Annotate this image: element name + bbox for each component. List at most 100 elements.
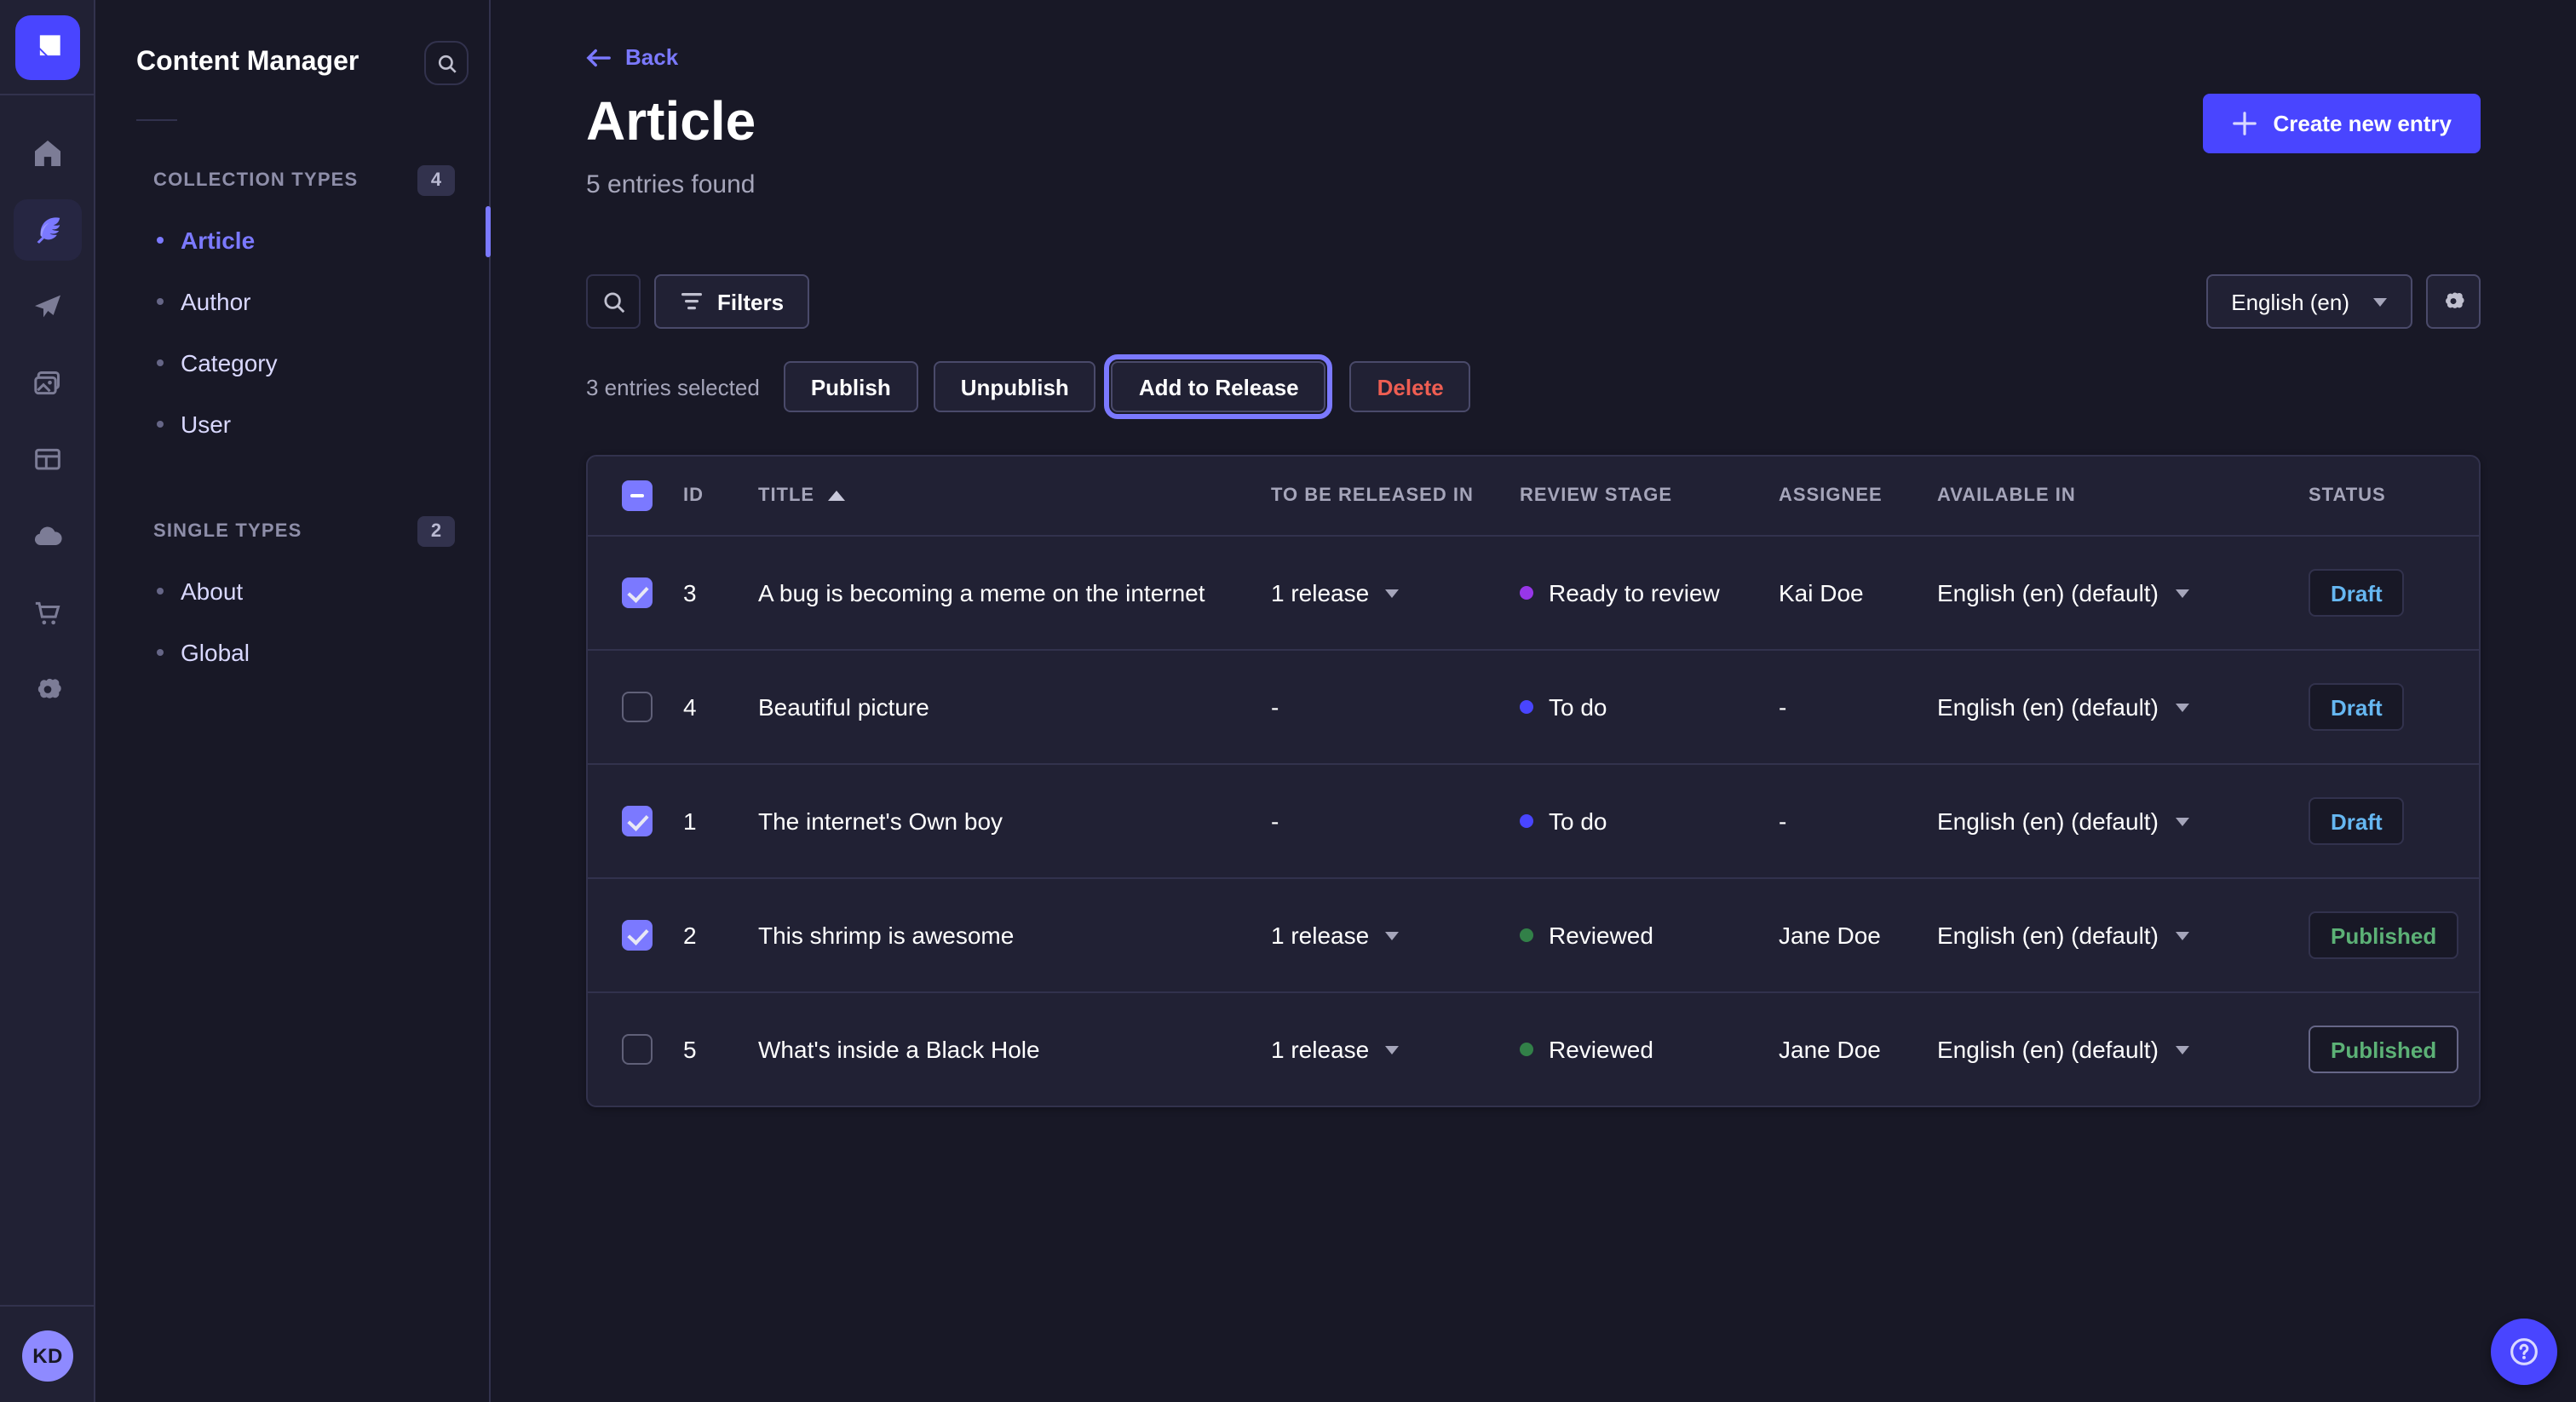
sidebar-item-label: User (181, 411, 231, 438)
row-checkbox[interactable] (622, 920, 653, 951)
table-row[interactable]: 5 What's inside a Black Hole 1 release R… (588, 991, 2479, 1106)
locale-value: English (en) (default) (1937, 807, 2159, 835)
cell-review-stage: Reviewed (1520, 1036, 1779, 1063)
search-button[interactable] (586, 274, 641, 329)
content-manager-subnav: Content Manager COLLECTION TYPES 4 Artic… (95, 0, 491, 1402)
cell-review-stage: Reviewed (1520, 922, 1779, 949)
nav-marketplace-icon[interactable] (13, 583, 81, 644)
cell-available-in[interactable]: English (en) (default) (1937, 922, 2309, 949)
column-header-title-label: TITLE (758, 486, 814, 506)
nav-home-icon[interactable] (13, 123, 81, 184)
create-new-entry-button[interactable]: Create new entry (2203, 94, 2481, 153)
sidebar-item-category[interactable]: Category (95, 332, 489, 394)
table-row[interactable]: 4 Beautiful picture - To do - English (e… (588, 649, 2479, 763)
cell-to-be-released-in[interactable]: - (1271, 807, 1520, 835)
release-caret chevron-down-icon (1384, 931, 1398, 939)
nav-settings-icon[interactable] (13, 659, 81, 721)
entries-count-text: 5 entries found (586, 170, 2481, 199)
sidebar-item-global[interactable]: Global (95, 622, 489, 683)
collection-types-count-badge: 4 (417, 165, 455, 196)
cell-assignee: Kai Doe (1779, 579, 1937, 606)
table-row[interactable]: 1 The internet's Own boy - To do - Engli… (588, 763, 2479, 877)
search-icon (601, 289, 626, 314)
column-header-title[interactable]: TITLE (758, 486, 1271, 506)
cell-id: 5 (683, 1036, 758, 1063)
sidebar-item-about[interactable]: About (95, 560, 489, 622)
filters-button[interactable]: Filters (654, 274, 809, 329)
app-window: KD Content Manager COLLECTION TYPES 4 Ar… (0, 0, 2576, 1402)
view-settings-button[interactable] (2426, 274, 2481, 329)
single-types-count-badge: 2 (417, 516, 455, 547)
row-checkbox[interactable] (622, 1034, 653, 1065)
row-checkbox[interactable] (622, 577, 653, 608)
cell-to-be-released-in[interactable]: 1 release (1271, 1036, 1520, 1063)
nav-media-library-icon[interactable] (13, 353, 81, 414)
nav-deployments-icon[interactable] (13, 506, 81, 567)
locale-value: English (en) (default) (1937, 1036, 2159, 1063)
cell-to-be-released-in[interactable]: 1 release (1271, 579, 1520, 606)
column-header-status[interactable]: STATUS (2309, 486, 2479, 506)
stage-label: Reviewed (1549, 922, 1653, 949)
table-row[interactable]: 2 This shrimp is awesome 1 release Revie… (588, 877, 2479, 991)
stage-dot (1520, 586, 1533, 600)
delete-button[interactable]: Delete (1350, 361, 1471, 412)
unpublish-button[interactable]: Unpublish (934, 361, 1096, 412)
entries-table: ID TITLE TO BE RELEASED IN REVIEW STAGE … (586, 455, 2481, 1107)
cell-available-in[interactable]: English (en) (default) (1937, 807, 2309, 835)
status-badge: Draft (2309, 797, 2405, 845)
cell-available-in[interactable]: English (en) (default) (1937, 579, 2309, 606)
cell-id: 3 (683, 579, 758, 606)
release-value: 1 release (1271, 1036, 1369, 1063)
cell-to-be-released-in[interactable]: 1 release (1271, 922, 1520, 949)
nav-releases-icon[interactable] (13, 276, 81, 337)
locale-select[interactable]: English (en) (2205, 274, 2412, 329)
section-label-single-types: SINGLE TYPES (153, 521, 302, 542)
release-caret chevron-down-icon (1384, 589, 1398, 597)
column-header-to-be-released-in[interactable]: TO BE RELEASED IN (1271, 486, 1520, 506)
cell-available-in[interactable]: English (en) (default) (1937, 693, 2309, 721)
sidebar-item-label: Category (181, 349, 278, 376)
column-header-id[interactable]: ID (683, 486, 758, 506)
sidebar-item-user[interactable]: User (95, 394, 489, 455)
cell-available-in[interactable]: English (en) (default) (1937, 1036, 2309, 1063)
cell-to-be-released-in[interactable]: - (1271, 693, 1520, 721)
nav-content-type-builder-icon[interactable] (13, 429, 81, 491)
row-checkbox[interactable] (622, 806, 653, 836)
cell-title: This shrimp is awesome (758, 922, 1271, 949)
nav-content-manager-icon[interactable] (13, 199, 81, 261)
cell-id: 2 (683, 922, 758, 949)
help-button[interactable] (2491, 1319, 2557, 1385)
back-link[interactable]: Back (586, 44, 2481, 70)
add-to-release-button[interactable]: Add to Release (1112, 361, 1326, 412)
sidebar-item-label: Author (181, 288, 251, 315)
cell-title: What's inside a Black Hole (758, 1036, 1271, 1063)
column-header-available-in[interactable]: AVAILABLE IN (1937, 486, 2309, 506)
user-avatar[interactable]: KD (22, 1330, 73, 1382)
subnav-search-button[interactable] (424, 41, 469, 85)
table-header-row: ID TITLE TO BE RELEASED IN REVIEW STAGE … (588, 457, 2479, 535)
locale-value: English (en) (default) (1937, 693, 2159, 721)
cell-assignee: - (1779, 807, 1937, 835)
select-all-checkbox[interactable] (622, 480, 653, 511)
gear-icon (2440, 288, 2467, 315)
cell-assignee: Jane Doe (1779, 1036, 1937, 1063)
cell-id: 1 (683, 807, 758, 835)
row-checkbox[interactable] (622, 692, 653, 722)
column-header-assignee[interactable]: ASSIGNEE (1779, 486, 1937, 506)
status-badge: Draft (2309, 683, 2405, 731)
subnav-divider (136, 119, 177, 121)
column-header-review-stage[interactable]: REVIEW STAGE (1520, 486, 1779, 506)
back-link-label: Back (625, 44, 678, 70)
stage-label: Reviewed (1549, 1036, 1653, 1063)
create-new-entry-label: Create new entry (2273, 111, 2452, 136)
chevron-down-icon (2176, 817, 2189, 825)
publish-button[interactable]: Publish (784, 361, 918, 412)
table-row[interactable]: 3 A bug is becoming a meme on the intern… (588, 535, 2479, 649)
sidebar-item-article[interactable]: Article (95, 210, 489, 271)
cell-assignee: - (1779, 693, 1937, 721)
workspace-logo-container[interactable] (0, 0, 94, 95)
stage-label: To do (1549, 807, 1607, 835)
sidebar-item-author[interactable]: Author (95, 271, 489, 332)
bullet-icon (157, 237, 164, 244)
locale-select-value: English (en) (2231, 289, 2349, 314)
